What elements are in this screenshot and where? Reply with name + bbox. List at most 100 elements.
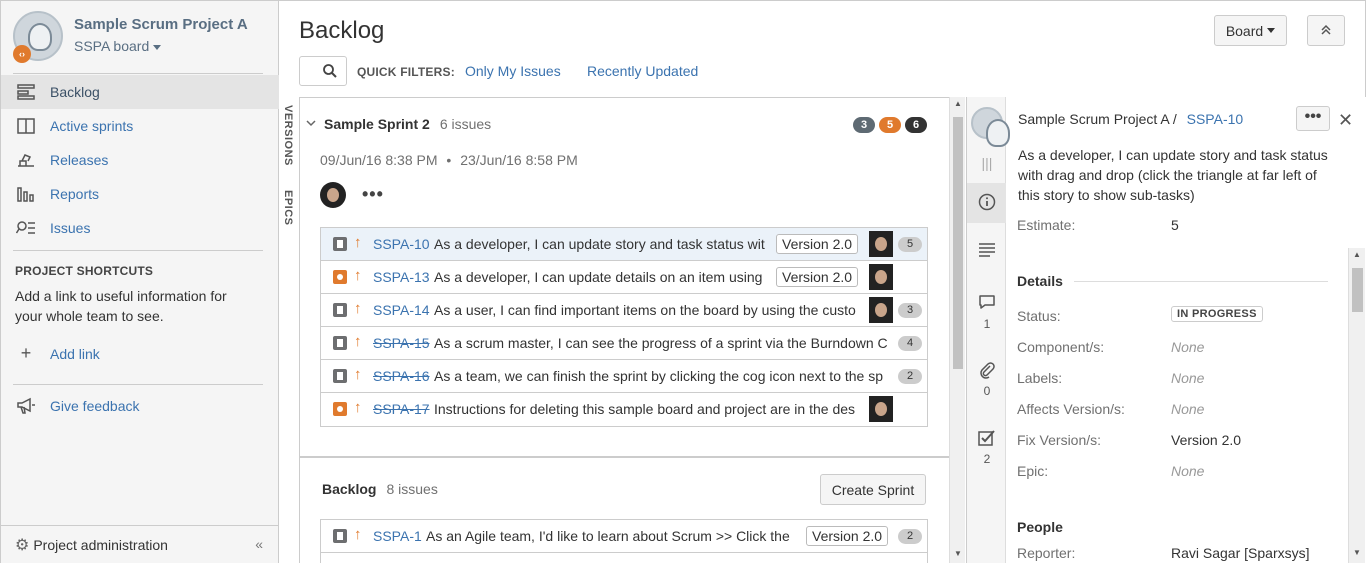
- avatar[interactable]: [320, 182, 346, 208]
- board-dropdown-button[interactable]: Board: [1214, 15, 1287, 46]
- labels-value[interactable]: None: [1171, 370, 1204, 386]
- table-row[interactable]: ↑ SSPA-17 Instructions for deleting this…: [321, 393, 927, 426]
- components-label: Component/s:: [1017, 339, 1105, 355]
- epic-label: Epic:: [1017, 463, 1049, 479]
- breadcrumb-issue-key[interactable]: SSPA-10: [1187, 111, 1244, 127]
- breadcrumb-project[interactable]: Sample Scrum Project A: [1018, 111, 1169, 127]
- status-badge-done: 6: [905, 117, 927, 133]
- sidebar-item-label: Reports: [50, 186, 100, 202]
- scroll-up-icon[interactable]: ▲: [1349, 250, 1365, 259]
- fix-version-value[interactable]: Version 2.0: [1171, 432, 1241, 448]
- tab-epics[interactable]: EPICS: [282, 190, 294, 226]
- detail-scrollbar[interactable]: ▲ ▼: [1348, 248, 1365, 563]
- issue-key[interactable]: SSPA-16: [373, 368, 430, 384]
- priority-high-icon: ↑: [354, 526, 362, 543]
- sprint-header[interactable]: Sample Sprint 2 6 issues: [306, 116, 491, 132]
- project-administration-label: Project administration: [33, 537, 168, 553]
- issue-key[interactable]: SSPA-13: [373, 269, 430, 285]
- backlog-scrollbar[interactable]: ▲ ▼: [949, 97, 965, 563]
- attachment-count: 0: [983, 384, 991, 398]
- issue-key[interactable]: SSPA-10: [373, 236, 430, 252]
- board-name: SSPA board: [74, 38, 150, 54]
- priority-high-icon: ↑: [354, 234, 362, 251]
- create-sprint-button[interactable]: Create Sprint: [820, 474, 926, 505]
- divider: [13, 250, 263, 251]
- avatar: [869, 264, 893, 290]
- chevron-down-icon: [153, 44, 162, 50]
- people-section-title: People: [1017, 519, 1063, 535]
- tab-versions[interactable]: VERSIONS: [282, 105, 294, 166]
- details-section-title: Details: [1017, 273, 1063, 289]
- collapse-sidebar-icon[interactable]: «: [255, 536, 263, 552]
- sprint-dates: 09/Jun/16 8:38 PM • 23/Jun/16 8:58 PM: [320, 152, 578, 168]
- table-row[interactable]: ↑ SSPA-14 As a user, I can find importan…: [321, 294, 927, 327]
- issue-key[interactable]: SSPA-14: [373, 302, 430, 318]
- scroll-down-icon[interactable]: ▼: [1349, 548, 1365, 557]
- components-value[interactable]: None: [1171, 339, 1204, 355]
- table-row[interactable]: ↑ SSPA-16 As a team, we can finish the s…: [321, 360, 927, 393]
- chevron-down-icon[interactable]: [306, 119, 316, 130]
- sprint-issue-count: 6 issues: [439, 116, 492, 132]
- priority-high-icon: ↑: [354, 300, 362, 317]
- info-icon[interactable]: [977, 193, 997, 214]
- add-link-button[interactable]: + Add link: [15, 343, 100, 364]
- filter-only-my-issues[interactable]: Only My Issues: [465, 63, 561, 79]
- scroll-down-icon[interactable]: ▼: [950, 549, 966, 558]
- description-icon[interactable]: [977, 243, 997, 260]
- issue-summary: Instructions for deleting this sample bo…: [434, 401, 856, 417]
- date-separator: •: [446, 152, 452, 168]
- status-badge[interactable]: IN PROGRESS: [1171, 306, 1263, 322]
- project-administration-link[interactable]: ⚙ Project administration «: [1, 525, 279, 563]
- estimate-badge: 5: [898, 237, 922, 252]
- reporter-value[interactable]: Ravi Sagar [Sparxsys]: [1171, 545, 1310, 561]
- give-feedback-link[interactable]: Give feedback: [15, 397, 140, 415]
- sidebar-item-backlog[interactable]: Backlog: [1, 75, 279, 109]
- issue-key[interactable]: SSPA-1: [373, 528, 422, 544]
- estimate-value[interactable]: 5: [1171, 217, 1179, 233]
- table-row[interactable]: ↑ SSPA-13 As a developer, I can update d…: [321, 261, 927, 294]
- issue-summary: As a scrum master, I can see the progres…: [434, 335, 888, 351]
- subtasks-checkbox-icon[interactable]: [977, 429, 997, 450]
- search-input[interactable]: [299, 56, 347, 86]
- breadcrumb-separator: /: [1172, 111, 1177, 127]
- table-row[interactable]: [321, 553, 927, 563]
- sprint-actions-more-icon[interactable]: •••: [362, 184, 384, 205]
- attachment-icon[interactable]: [977, 361, 997, 382]
- close-icon[interactable]: ✕: [1338, 110, 1353, 131]
- sidebar-item-active-sprints[interactable]: Active sprints: [1, 109, 279, 143]
- sidebar-item-label: Backlog: [50, 84, 100, 100]
- backlog-issue-count: 8 issues: [386, 481, 438, 497]
- sidebar-item-releases[interactable]: Releases: [1, 143, 279, 177]
- shortcuts-title: PROJECT SHORTCUTS: [15, 264, 154, 278]
- drag-handle-icon[interactable]: |||: [977, 155, 997, 171]
- project-name[interactable]: Sample Scrum Project A: [74, 16, 248, 33]
- board-selector[interactable]: SSPA board: [74, 38, 162, 54]
- version-tag: Version 2.0: [806, 526, 889, 546]
- comment-icon[interactable]: [977, 294, 997, 313]
- issue-key[interactable]: SSPA-15: [373, 335, 430, 351]
- status-badge-todo: 3: [853, 117, 875, 133]
- scrollbar-thumb[interactable]: [953, 117, 963, 369]
- affects-version-value[interactable]: None: [1171, 401, 1204, 417]
- estimate-badge: 3: [898, 303, 922, 318]
- give-feedback-label: Give feedback: [50, 398, 140, 414]
- filter-recently-updated[interactable]: Recently Updated: [587, 63, 698, 79]
- table-row[interactable]: ↑ SSPA-1 As an Agile team, I'd like to l…: [321, 520, 927, 553]
- sidebar-item-reports[interactable]: Reports: [1, 177, 279, 211]
- backlog-pane: Sample Sprint 2 6 issues 3 5 6 09/Jun/16…: [300, 97, 949, 563]
- issue-key[interactable]: SSPA-17: [373, 401, 430, 417]
- main-header: Backlog Board QUICK FILTERS: Only My Iss…: [279, 0, 1366, 97]
- add-link-label: Add link: [50, 345, 100, 362]
- table-row[interactable]: ↑ SSPA-15 As a scrum master, I can see t…: [321, 327, 927, 360]
- collapse-header-button[interactable]: [1307, 15, 1345, 46]
- sidebar-item-issues[interactable]: Issues: [1, 211, 279, 245]
- table-row[interactable]: ↑ SSPA-10 As a developer, I can update s…: [321, 228, 927, 261]
- priority-high-icon: ↑: [354, 399, 362, 416]
- issue-detail-panel: Sample Scrum Project A / SSPA-10 ••• As …: [1006, 97, 1348, 563]
- scroll-up-icon[interactable]: ▲: [950, 99, 966, 108]
- project-sidebar: ‹› Sample Scrum Project A SSPA board Bac…: [0, 0, 279, 563]
- issue-actions-more-button[interactable]: •••: [1296, 106, 1330, 131]
- issue-summary-detail[interactable]: As a developer, I can update story and t…: [1018, 145, 1338, 205]
- epic-value[interactable]: None: [1171, 463, 1204, 479]
- scrollbar-thumb[interactable]: [1352, 268, 1363, 312]
